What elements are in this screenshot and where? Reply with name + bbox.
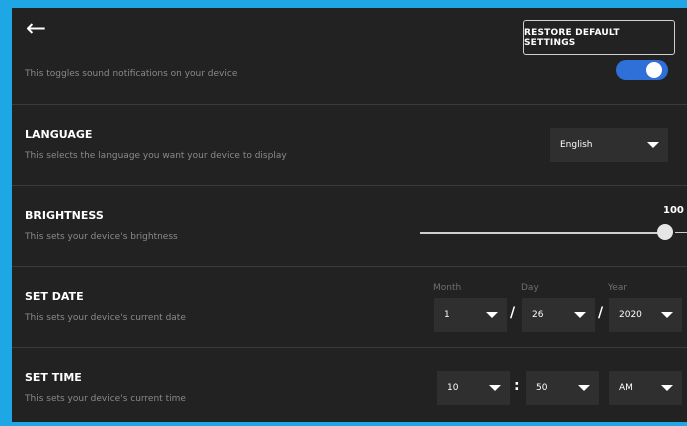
toggle-knob (646, 62, 662, 78)
year-select[interactable]: 2020 (609, 298, 682, 332)
year-value: 2020 (619, 310, 642, 320)
minute-value: 50 (536, 383, 548, 393)
restore-default-settings-label: RESTORE DEFAULT SETTINGS (524, 27, 620, 48)
hour-select[interactable]: 10 (437, 371, 510, 405)
sound-toggle[interactable] (616, 60, 668, 80)
arrow-left-icon: ← (26, 14, 47, 42)
minute-select[interactable]: 50 (526, 371, 599, 405)
chevron-down-icon (489, 385, 501, 391)
language-title: LANGUAGE (25, 128, 93, 141)
chevron-down-icon (661, 385, 673, 391)
brightness-slider-handle[interactable] (657, 224, 673, 240)
day-label: Day (521, 283, 539, 293)
brightness-slider-fill (420, 231, 668, 234)
chevron-down-icon (647, 142, 659, 148)
date-separator: / (510, 305, 516, 321)
brightness-value: 100 (663, 205, 684, 216)
brightness-title: BRIGHTNESS (25, 209, 104, 222)
month-value: 1 (444, 310, 450, 320)
back-button[interactable]: ← (26, 16, 52, 40)
language-description: This selects the language you want your … (25, 151, 287, 161)
divider (12, 266, 687, 267)
brightness-slider-track[interactable] (420, 231, 668, 234)
restore-default-settings-button[interactable]: RESTORE DEFAULT SETTINGS (523, 20, 675, 55)
date-separator: / (598, 305, 604, 321)
settings-panel: ← RESTORE DEFAULT SETTINGS This toggles … (12, 8, 687, 422)
day-value: 26 (532, 310, 544, 320)
set-time-description: This sets your device's current time (25, 394, 186, 404)
period-value: AM (619, 383, 633, 393)
year-label: Year (608, 283, 628, 293)
brightness-slider-end (675, 232, 687, 233)
month-label: Month (433, 283, 462, 293)
set-date-title: SET DATE (25, 290, 84, 303)
chevron-down-icon (574, 312, 586, 318)
divider (12, 104, 687, 105)
set-time-title: SET TIME (25, 371, 82, 384)
period-select[interactable]: AM (609, 371, 682, 405)
time-separator: : (514, 378, 520, 394)
language-selected-value: English (560, 140, 593, 150)
hour-value: 10 (447, 383, 459, 393)
divider (12, 185, 687, 186)
chevron-down-icon (661, 312, 673, 318)
sound-description: This toggles sound notifications on your… (25, 69, 238, 79)
month-select[interactable]: 1 (434, 298, 507, 332)
brightness-description: This sets your device's brightness (25, 232, 178, 242)
divider (12, 347, 687, 348)
day-select[interactable]: 26 (522, 298, 595, 332)
set-date-description: This sets your device's current date (25, 313, 186, 323)
language-select[interactable]: English (550, 128, 668, 162)
chevron-down-icon (486, 312, 498, 318)
chevron-down-icon (578, 385, 590, 391)
